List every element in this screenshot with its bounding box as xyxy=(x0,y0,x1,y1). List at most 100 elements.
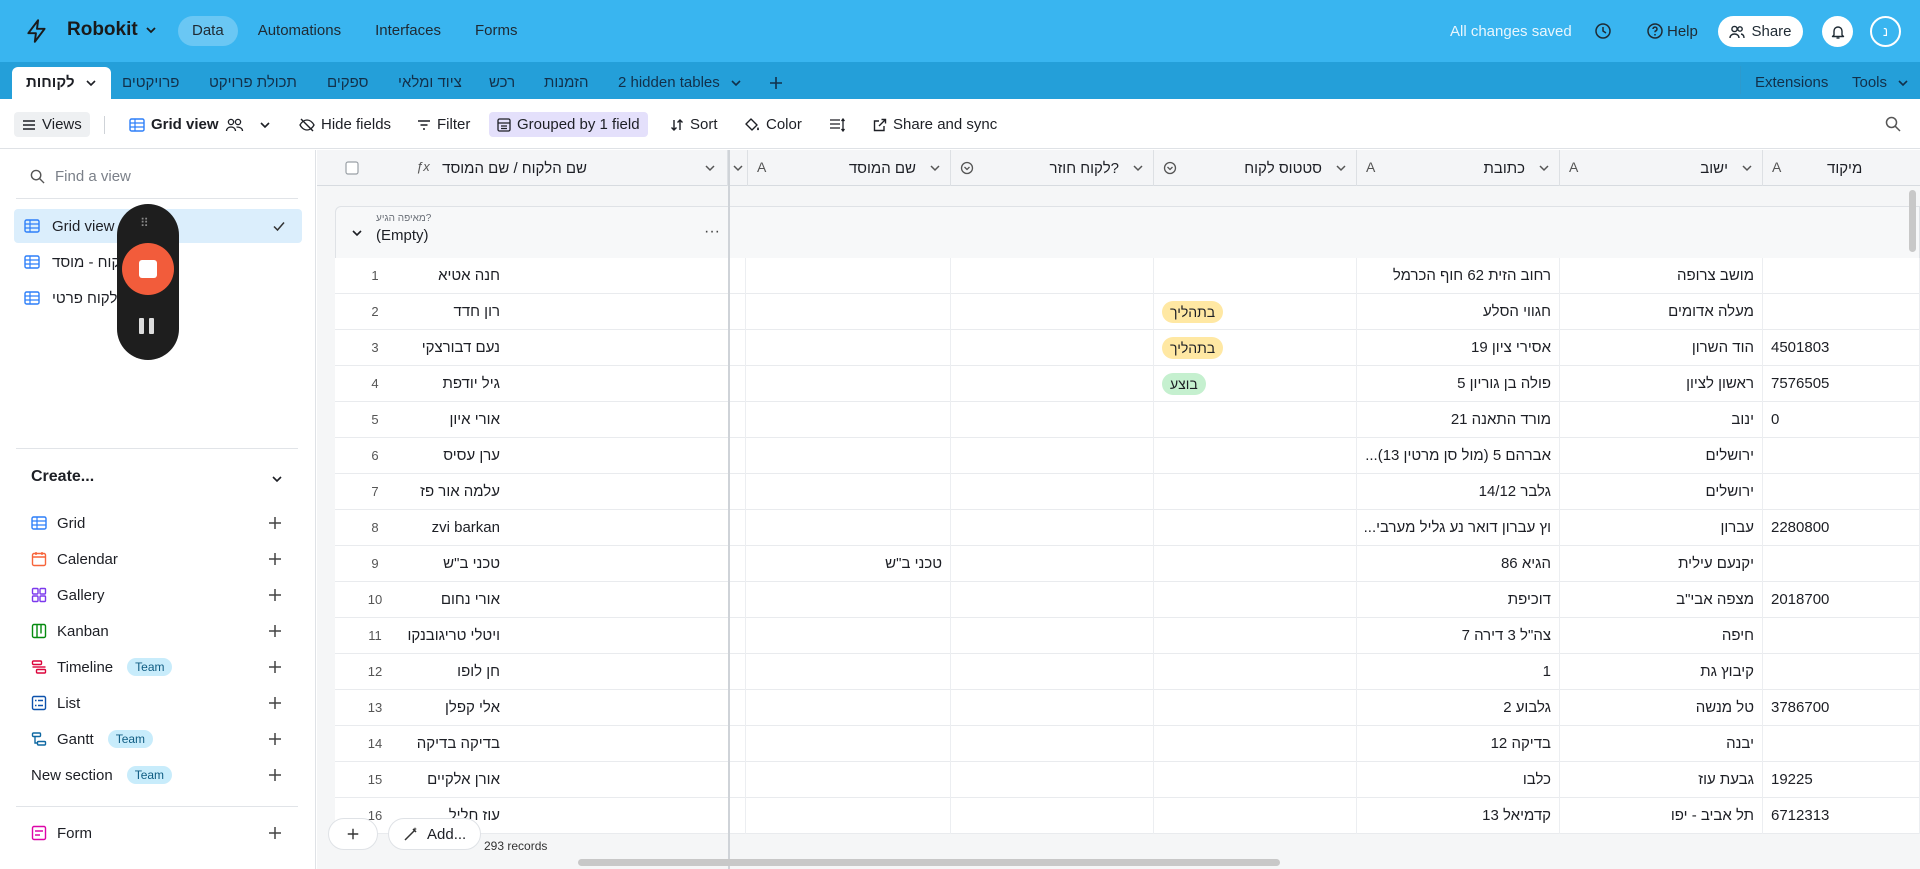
cell-address[interactable]: 1 xyxy=(1357,654,1560,690)
cell-institution[interactable] xyxy=(748,294,951,330)
cell-zip[interactable]: 0 xyxy=(1763,402,1920,438)
cell-zip[interactable] xyxy=(1763,438,1920,474)
hide-fields-button[interactable]: Hide fields xyxy=(299,112,391,137)
chevron-down-icon[interactable] xyxy=(270,472,284,486)
cell-address[interactable]: רחוב הזית 62 חוף הכרמל xyxy=(1357,258,1560,294)
app-name[interactable]: Robokit xyxy=(67,19,138,41)
chevron-down-icon[interactable] xyxy=(85,77,97,89)
more-options-icon[interactable]: ··· xyxy=(704,223,720,241)
cell-address[interactable]: חגווי הסלע xyxy=(1357,294,1560,330)
chevron-down-icon[interactable] xyxy=(704,162,716,174)
cell-name[interactable]: אורי איון xyxy=(335,402,746,438)
cell-institution[interactable] xyxy=(748,690,951,726)
cell-address[interactable]: גלבוע 2 xyxy=(1357,690,1560,726)
color-button[interactable]: Color xyxy=(744,112,802,137)
vertical-scrollbar[interactable] xyxy=(1909,190,1916,252)
add-table-icon[interactable] xyxy=(768,75,784,91)
column-header-city[interactable]: ישוב A xyxy=(1560,150,1763,186)
cell-name[interactable]: חן לופו xyxy=(335,654,746,690)
row-height-button[interactable] xyxy=(829,112,845,137)
tab-table[interactable]: פרויקטים xyxy=(122,67,179,99)
stop-recording-button[interactable] xyxy=(122,243,174,295)
create-grid[interactable]: Grid xyxy=(31,508,85,538)
cell-city[interactable]: ירושלים xyxy=(1560,474,1763,510)
share-sync-button[interactable]: Share and sync xyxy=(873,112,997,137)
chevron-down-icon[interactable] xyxy=(1335,162,1347,174)
create-kanban[interactable]: Kanban xyxy=(31,616,109,646)
chevron-down-icon[interactable] xyxy=(350,226,364,240)
column-header-zip[interactable]: מיקוד A xyxy=(1763,150,1920,186)
cell-institution[interactable] xyxy=(748,798,951,834)
views-toggle-button[interactable]: Views xyxy=(14,112,90,137)
cell-name[interactable]: zvi barkan xyxy=(335,510,746,546)
plus-icon[interactable] xyxy=(267,659,283,675)
history-icon[interactable] xyxy=(1594,22,1612,40)
cell-returning[interactable] xyxy=(951,366,1154,402)
cell-returning[interactable] xyxy=(951,330,1154,366)
sort-button[interactable]: Sort xyxy=(670,112,718,137)
cell-address[interactable]: ...אברהם 5 (מול סן מרטין 13) xyxy=(1357,438,1560,474)
cell-institution[interactable] xyxy=(748,258,951,294)
notifications-button[interactable] xyxy=(1822,16,1853,47)
drag-handle-icon[interactable]: ⠿ xyxy=(140,216,149,230)
cell-address[interactable]: קדמיאל 13 xyxy=(1357,798,1560,834)
cell-institution[interactable] xyxy=(748,618,951,654)
plus-icon[interactable] xyxy=(267,515,283,531)
plus-icon[interactable] xyxy=(267,623,283,639)
cell-institution[interactable] xyxy=(748,582,951,618)
tab-table[interactable]: ספקים xyxy=(327,67,368,99)
cell-institution[interactable] xyxy=(748,474,951,510)
plus-icon[interactable] xyxy=(267,587,283,603)
view-switcher[interactable]: Grid view xyxy=(129,112,271,137)
cell-name[interactable]: טכני ב"ש xyxy=(335,546,746,582)
add-options-button[interactable]: Add... xyxy=(388,818,482,850)
tab-active-table[interactable]: לקוחות xyxy=(12,67,111,99)
cell-status[interactable]: בוצע xyxy=(1154,366,1357,402)
cell-city[interactable]: ראשון לציון xyxy=(1560,366,1763,402)
table-row[interactable]: 10 אורי נחום דוכיפת מצפה אבי"ב 2018700 xyxy=(335,582,1920,618)
tab-table[interactable]: רכש xyxy=(489,67,515,99)
create-gantt[interactable]: Gantt Team xyxy=(31,724,154,754)
cell-name[interactable]: אורן אלקיים xyxy=(335,762,746,798)
cell-city[interactable]: מושב צרופה xyxy=(1560,258,1763,294)
cell-status[interactable] xyxy=(1154,474,1357,510)
cell-status[interactable] xyxy=(1154,690,1357,726)
cell-zip[interactable]: 2280800 xyxy=(1763,510,1920,546)
chevron-down-icon[interactable] xyxy=(144,23,158,37)
cell-zip[interactable]: 2018700 xyxy=(1763,582,1920,618)
cell-institution[interactable]: טכני ב"ש xyxy=(748,546,951,582)
cell-name[interactable]: חנה אטיא xyxy=(335,258,746,294)
table-row[interactable]: 5 אורי איון מורד התאנה 21 ינוב 0 xyxy=(335,402,1920,438)
select-all-checkbox[interactable] xyxy=(345,161,359,175)
cell-address[interactable]: פולה בן גוריון 5 xyxy=(1357,366,1560,402)
cell-zip[interactable] xyxy=(1763,726,1920,762)
cell-status[interactable] xyxy=(1154,546,1357,582)
create-section-header[interactable]: Create... xyxy=(31,468,94,486)
cell-zip[interactable]: 3786700 xyxy=(1763,690,1920,726)
cell-zip[interactable] xyxy=(1763,546,1920,582)
cell-city[interactable]: מעלה אדומים xyxy=(1560,294,1763,330)
avatar[interactable]: נ xyxy=(1870,16,1901,47)
cell-returning[interactable] xyxy=(951,438,1154,474)
cell-returning[interactable] xyxy=(951,474,1154,510)
cell-returning[interactable] xyxy=(951,546,1154,582)
chevron-down-icon[interactable] xyxy=(1132,162,1144,174)
cell-name[interactable]: אלי קפלן xyxy=(335,690,746,726)
cell-address[interactable]: הגיא 86 xyxy=(1357,546,1560,582)
extensions-button[interactable]: Extensions xyxy=(1755,67,1828,99)
table-row[interactable]: 7 עלמה אור פז גלבר 14/12 ירושלים xyxy=(335,474,1920,510)
cell-city[interactable]: קיבוץ גת xyxy=(1560,654,1763,690)
tab-table[interactable]: ציוד ומלאי xyxy=(398,67,462,99)
cell-returning[interactable] xyxy=(951,726,1154,762)
cell-address[interactable]: אסירי ציון 19 xyxy=(1357,330,1560,366)
table-row[interactable]: 3 נעם דבורצקי בתהליך אסירי ציון 19 הוד השרון… xyxy=(335,330,1920,366)
cell-zip[interactable] xyxy=(1763,294,1920,330)
table-row[interactable]: 15 אורן אלקיים כלבו גבעת עוז 19225 xyxy=(335,762,1920,798)
cell-city[interactable]: טל מנשה xyxy=(1560,690,1763,726)
cell-status[interactable]: בתהליך xyxy=(1154,330,1357,366)
cell-address[interactable]: כלבו xyxy=(1357,762,1560,798)
cell-city[interactable]: תל אביב - יפו xyxy=(1560,798,1763,834)
cell-institution[interactable] xyxy=(748,438,951,474)
share-button[interactable]: Share xyxy=(1718,16,1803,47)
column-header-name[interactable]: ƒx שם הלקוח / שם המוסד xyxy=(317,150,728,186)
